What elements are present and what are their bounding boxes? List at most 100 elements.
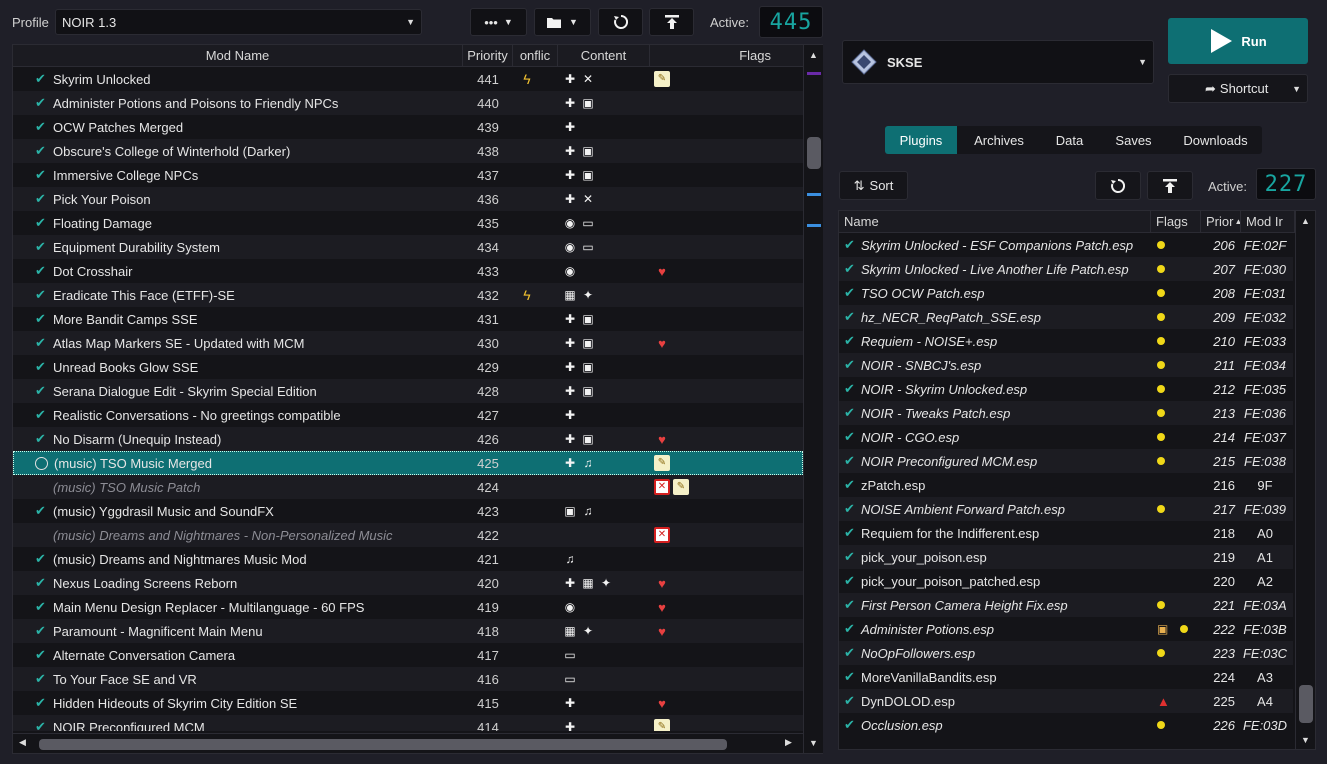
plugin-enabled-check-icon[interactable]: ✔	[844, 429, 861, 445]
col-flags[interactable]: Flags	[650, 45, 806, 66]
mod-row[interactable]: ✔ Equipment Durability System 434 ◉ ▭	[13, 235, 803, 259]
mod-row[interactable]: ✔ Administer Potions and Poisons to Frien…	[13, 91, 803, 115]
plugin-row[interactable]: ✔ NOISE Ambient Forward Patch.esp 217 FE:03…	[839, 497, 1293, 521]
enabled-check-icon[interactable]: ✔	[35, 431, 53, 447]
plugin-enabled-check-icon[interactable]: ✔	[844, 645, 861, 661]
mod-row[interactable]: ✔ NOIR Preconfigured MCM 414 ✚ ✎	[13, 715, 803, 731]
enabled-check-icon[interactable]: ✔	[35, 95, 53, 111]
plugin-row[interactable]: ✔ NoOpFollowers.esp 223 FE:03C	[839, 641, 1293, 665]
plugin-enabled-check-icon[interactable]: ✔	[844, 309, 861, 325]
col-plugin-flags[interactable]: Flags	[1151, 211, 1201, 232]
enabled-check-icon[interactable]: ✔	[35, 503, 53, 519]
plugin-row[interactable]: ✔ Requiem - NOISE+.esp 210 FE:033	[839, 329, 1293, 353]
plugin-list-table[interactable]: Name Flags Prior▲ Mod Ir ✔Skyrim Unlocke…	[838, 210, 1316, 750]
enabled-check-icon[interactable]: ✔	[35, 191, 53, 207]
enabled-check-icon[interactable]: ✔	[35, 383, 53, 399]
tab-data[interactable]: Data	[1041, 126, 1098, 154]
mod-row[interactable]: ✔ No Disarm (Unequip Instead) 426 ✚ ▣ ♥	[13, 427, 803, 451]
mod-row[interactable]: (music) Dreams and Nightmares - Non-Pers…	[13, 523, 803, 547]
open-folder-button[interactable]: ▼	[534, 8, 591, 36]
tab-downloads[interactable]: Downloads	[1169, 126, 1262, 154]
enabled-check-icon[interactable]: ✔	[35, 215, 53, 231]
shortcut-button[interactable]: ➦ Shortcut ▼	[1168, 74, 1308, 103]
mod-row[interactable]: ✔ Realistic Conversations - No greetings …	[13, 403, 803, 427]
plugin-enabled-check-icon[interactable]: ✔	[844, 285, 861, 301]
col-plugin-modindex[interactable]: Mod Ir	[1241, 211, 1295, 232]
scroll-down-icon[interactable]: ▼	[809, 738, 818, 748]
col-mod-name[interactable]: Mod Name	[13, 45, 463, 66]
plugin-restore-button[interactable]	[1095, 171, 1141, 200]
plugin-enabled-check-icon[interactable]: ✔	[844, 261, 861, 277]
mod-row[interactable]: ✔ Paramount - Magnificent Main Menu 418 ▦ ✦ ♥	[13, 619, 803, 643]
plugin-row[interactable]: ✔ DynDOLOD.esp ▲ 225 A4	[839, 689, 1293, 713]
plugin-scroll-thumb[interactable]	[1299, 685, 1313, 723]
mod-row[interactable]: ✔ Alternate Conversation Camera 417 ▭	[13, 643, 803, 667]
plugin-row[interactable]: ✔ Skyrim Unlocked - Live Another Life Pat…	[839, 257, 1293, 281]
mod-row[interactable]: ✔ More Bandit Camps SSE 431 ✚ ▣	[13, 307, 803, 331]
mod-row[interactable]: ✔ Dot Crosshair 433 ◉ ♥	[13, 259, 803, 283]
plugin-row[interactable]: ✔ NOIR - SNBCJ's.esp 211 FE:034	[839, 353, 1293, 377]
plugin-row[interactable]: ✔ NOIR Preconfigured MCM.esp 215 FE:038	[839, 449, 1293, 473]
plugin-row[interactable]: ✔ pick_your_poison.esp 219 A1	[839, 545, 1293, 569]
mod-row[interactable]: ✔ Unread Books Glow SSE 429 ✚ ▣	[13, 355, 803, 379]
plugin-row[interactable]: ✔ hz_NECR_ReqPatch_SSE.esp 209 FE:032	[839, 305, 1293, 329]
enabled-check-icon[interactable]: ✔	[35, 647, 53, 663]
plugin-enabled-check-icon[interactable]: ✔	[844, 237, 861, 253]
enabled-check-icon[interactable]: ✔	[35, 71, 53, 87]
col-conflicts[interactable]: onflic	[513, 45, 558, 66]
restore-backup-button[interactable]	[598, 8, 643, 36]
plugin-backup-button[interactable]	[1147, 171, 1193, 200]
plugin-row[interactable]: ✔ pick_your_poison_patched.esp 220 A2	[839, 569, 1293, 593]
tab-saves[interactable]: Saves	[1098, 126, 1169, 154]
horizontal-scrollbar[interactable]: ◀ ▶	[13, 733, 803, 753]
executable-select[interactable]: SKSE ▼	[842, 40, 1154, 84]
mod-row[interactable]: ✔ Obscure's College of Winterhold (Darker…	[13, 139, 803, 163]
col-plugin-priority[interactable]: Prior▲	[1201, 211, 1241, 232]
enabled-check-icon[interactable]: ✔	[35, 695, 53, 711]
enable-toggle[interactable]	[35, 456, 48, 470]
enabled-check-icon[interactable]: ✔	[35, 143, 53, 159]
scroll-up-icon[interactable]: ▲	[809, 50, 818, 60]
plugin-enabled-check-icon[interactable]: ✔	[844, 453, 861, 469]
plugin-enabled-check-icon[interactable]: ✔	[844, 477, 861, 493]
enabled-check-icon[interactable]: ✔	[35, 671, 53, 687]
vertical-scrollbar[interactable]: ▲ ▼	[803, 45, 823, 753]
plugin-row[interactable]: ✔ First Person Camera Height Fix.esp 221 FE…	[839, 593, 1293, 617]
run-button[interactable]: Run	[1168, 18, 1308, 64]
mod-row[interactable]: ✔ Main Menu Design Replacer - Multilangua…	[13, 595, 803, 619]
plugin-enabled-check-icon[interactable]: ✔	[844, 357, 861, 373]
plugin-row[interactable]: ✔ Skyrim Unlocked - ESF Companions Patch.…	[839, 233, 1293, 257]
sort-button[interactable]: ⇅ Sort	[839, 171, 908, 200]
profile-select[interactable]: NOIR 1.3 ▼	[55, 9, 422, 35]
plugin-enabled-check-icon[interactable]: ✔	[844, 621, 861, 637]
mod-row[interactable]: (music) TSO Music Patch 424 ✕ ✎	[13, 475, 803, 499]
plugin-enabled-check-icon[interactable]: ✔	[844, 573, 861, 589]
col-priority[interactable]: Priority	[463, 45, 513, 66]
plugin-enabled-check-icon[interactable]: ✔	[844, 597, 861, 613]
enabled-check-icon[interactable]: ✔	[35, 287, 53, 303]
enabled-check-icon[interactable]: ✔	[35, 623, 53, 639]
plugin-row[interactable]: ✔ NOIR - Skyrim Unlocked.esp 212 FE:035	[839, 377, 1293, 401]
col-plugin-name[interactable]: Name	[839, 211, 1151, 232]
enabled-check-icon[interactable]: ✔	[35, 599, 53, 615]
plugin-vertical-scrollbar[interactable]: ▲ ▼	[1295, 211, 1315, 749]
enabled-check-icon[interactable]: ✔	[35, 359, 53, 375]
tab-archives[interactable]: Archives	[957, 126, 1041, 154]
scroll-down-icon[interactable]: ▼	[1301, 735, 1310, 745]
tab-plugins[interactable]: Plugins	[885, 126, 957, 154]
enabled-check-icon[interactable]: ✔	[35, 335, 53, 351]
enabled-check-icon[interactable]: ✔	[35, 167, 53, 183]
plugin-enabled-check-icon[interactable]: ✔	[844, 501, 861, 517]
plugin-enabled-check-icon[interactable]: ✔	[844, 405, 861, 421]
create-backup-button[interactable]	[649, 8, 694, 36]
plugin-enabled-check-icon[interactable]: ✔	[844, 669, 861, 685]
enabled-check-icon[interactable]: ✔	[35, 719, 53, 731]
mod-row[interactable]: ✔ OCW Patches Merged 439 ✚	[13, 115, 803, 139]
plugin-row[interactable]: ✔ MoreVanillaBandits.esp 224 A3	[839, 665, 1293, 689]
mod-row[interactable]: ✔ (music) Dreams and Nightmares Music Mod…	[13, 547, 803, 571]
plugin-enabled-check-icon[interactable]: ✔	[844, 525, 861, 541]
plugin-row[interactable]: ✔ Requiem for the Indifferent.esp 218 A0	[839, 521, 1293, 545]
plugin-row[interactable]: ✔ TSO OCW Patch.esp 208 FE:031	[839, 281, 1293, 305]
plugin-row[interactable]: ✔ NOIR - CGO.esp 214 FE:037	[839, 425, 1293, 449]
enabled-check-icon[interactable]: ✔	[35, 263, 53, 279]
